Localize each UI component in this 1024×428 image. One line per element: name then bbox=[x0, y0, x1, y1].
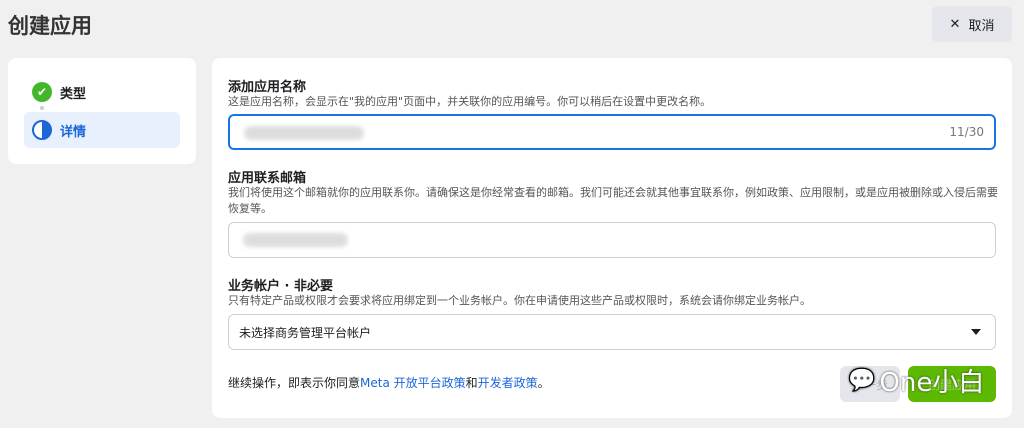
back-label: 上一步 bbox=[851, 377, 888, 392]
create-app-button[interactable]: 创建应用 bbox=[908, 366, 996, 402]
step-label: 类型 bbox=[60, 86, 87, 102]
half-circle-icon bbox=[32, 120, 52, 140]
email-label: 应用联系邮箱 bbox=[228, 171, 307, 186]
cancel-button[interactable]: ✕ 取消 bbox=[932, 6, 1012, 42]
step-type[interactable]: ✔ 类型 bbox=[24, 74, 180, 110]
step-connector bbox=[40, 106, 44, 110]
back-button[interactable]: 上一步 bbox=[840, 366, 900, 402]
app-name-label: 添加应用名称 bbox=[228, 80, 307, 95]
app-name-input[interactable]: 11/30 bbox=[228, 114, 996, 150]
char-counter: 11/30 bbox=[949, 125, 984, 139]
cancel-label: 取消 bbox=[968, 18, 995, 34]
business-description: 只有特定产品或权限才会要求将应用绑定到一个业务帐户。你在申请使用这些产品或权限时… bbox=[228, 294, 811, 307]
terms-text: 继续操作，即表示你同意Meta 开放平台政策和开发者政策。 bbox=[228, 374, 550, 391]
redacted-value bbox=[243, 233, 348, 247]
email-input[interactable] bbox=[228, 222, 996, 258]
platform-policy-link[interactable]: Meta 开放平台政策 bbox=[360, 376, 466, 390]
app-name-description: 这是应用名称，会显示在"我的应用"页面中，并关联你的应用编号。你可以稍后在设置中… bbox=[228, 95, 712, 108]
terms-prefix: 继续操作，即表示你同意 bbox=[228, 376, 361, 390]
business-account-select[interactable]: 未选择商务管理平台帐户 bbox=[228, 314, 996, 350]
developer-policy-link[interactable]: 开发者政策 bbox=[478, 376, 538, 390]
close-icon: ✕ bbox=[949, 16, 961, 32]
step-label: 详情 bbox=[60, 124, 87, 140]
terms-and: 和 bbox=[465, 376, 478, 390]
check-circle-icon: ✔ bbox=[32, 82, 52, 102]
selected-value: 未选择商务管理平台帐户 bbox=[239, 325, 372, 340]
page-title: 创建应用 bbox=[8, 14, 92, 38]
business-label: 业务帐户 · 非必要 bbox=[228, 279, 333, 294]
email-description: 我们将使用这个邮箱就你的应用联系你。请确保这是你经常查看的邮箱。我们可能还会就其… bbox=[228, 186, 998, 215]
next-label: 创建应用 bbox=[927, 377, 976, 392]
terms-suffix: 。 bbox=[537, 376, 550, 390]
step-details[interactable]: 详情 bbox=[24, 112, 180, 148]
caret-down-icon bbox=[971, 329, 981, 335]
redacted-value bbox=[244, 126, 364, 140]
